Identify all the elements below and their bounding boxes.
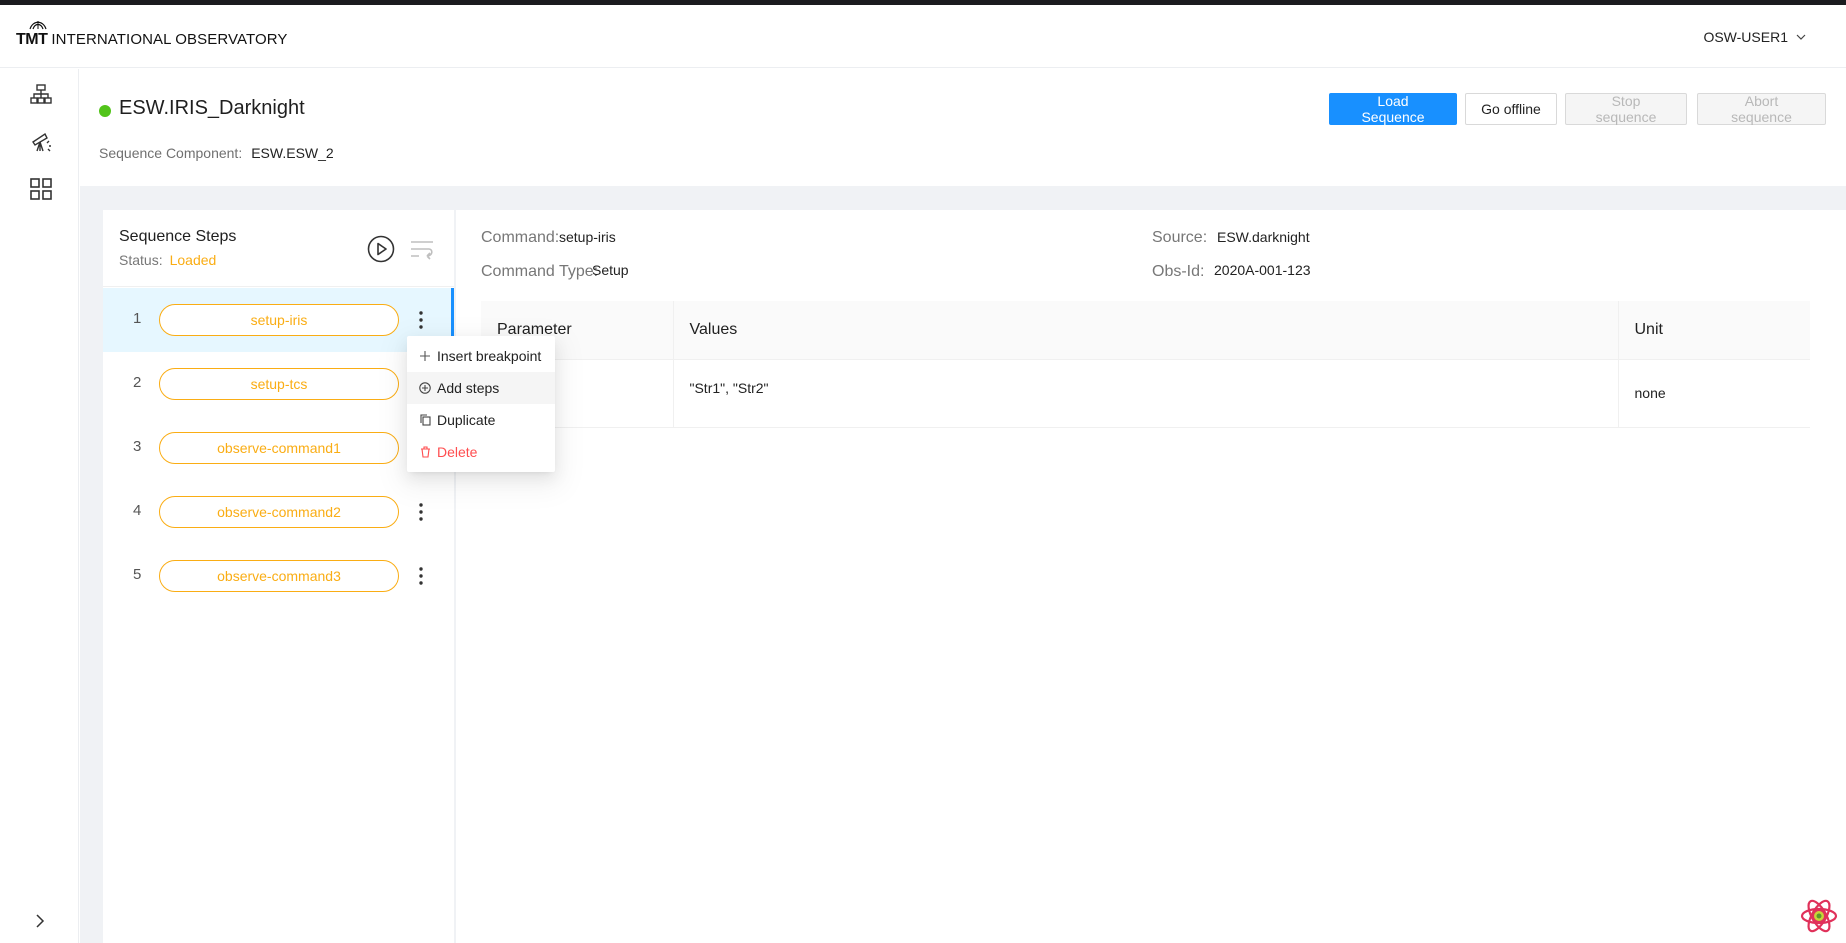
- step-number: 5: [133, 566, 142, 583]
- plus-icon: [419, 350, 431, 362]
- step-through-icon[interactable]: [409, 239, 435, 261]
- status-dot: [99, 105, 111, 117]
- command-value: setup-iris: [559, 229, 616, 245]
- menu-item-duplicate[interactable]: Duplicate: [407, 404, 555, 436]
- sequencer-title: ESW.IRIS_Darknight: [119, 97, 305, 119]
- source-value: ESW.darknight: [1217, 229, 1310, 245]
- more-vertical-icon[interactable]: [413, 306, 429, 334]
- step-row-2[interactable]: 2 setup-tcs: [103, 352, 454, 416]
- command-label: Command:: [481, 229, 560, 246]
- menu-item-delete[interactable]: Delete: [407, 436, 555, 468]
- stop-sequence-button[interactable]: Stop sequence: [1565, 93, 1687, 125]
- go-offline-button[interactable]: Go offline: [1465, 93, 1557, 125]
- sequence-steps-panel: Sequence Steps Status: Loaded 1 setup-ir…: [103, 210, 454, 943]
- step-name[interactable]: observe-command2: [159, 496, 399, 528]
- sequence-component-label: Sequence Component:: [99, 145, 243, 161]
- menu-item-label: Duplicate: [437, 412, 496, 428]
- step-row-5[interactable]: 5 observe-command3: [103, 544, 454, 608]
- hierarchy-icon[interactable]: [28, 81, 54, 107]
- abort-sequence-button[interactable]: Abort sequence: [1697, 93, 1826, 125]
- copy-icon: [419, 414, 431, 426]
- step-details-panel: Command: setup-iris Command Type: Setup …: [456, 210, 1846, 943]
- column-header-values: Values: [673, 301, 1619, 360]
- logo[interactable]: TMT INTERNATIONAL OBSERVATORY: [16, 21, 288, 49]
- cell-unit: none: [1618, 359, 1810, 428]
- step-number: 4: [133, 502, 142, 519]
- load-sequence-button[interactable]: Load Sequence: [1329, 93, 1457, 125]
- sidebar: [0, 69, 79, 943]
- step-number: 2: [133, 374, 142, 391]
- grid-icon[interactable]: [28, 176, 54, 202]
- step-context-menu: Insert breakpoint Add steps Duplicate De…: [407, 336, 555, 472]
- logo-mark: TMT: [16, 21, 48, 49]
- menu-item-add-steps[interactable]: Add steps: [407, 372, 555, 404]
- step-number: 3: [133, 438, 142, 455]
- main-content: ESW.IRIS_Darknight Sequence Component: E…: [80, 69, 1846, 943]
- obs-id-value: 2020A-001-123: [1214, 262, 1311, 278]
- logo-text: INTERNATIONAL OBSERVATORY: [51, 31, 288, 48]
- plus-circle-icon: [419, 382, 431, 394]
- step-row-4[interactable]: 4 observe-command2: [103, 480, 454, 544]
- user-menu[interactable]: OSW-USER1: [1703, 29, 1806, 45]
- play-icon[interactable]: [367, 235, 395, 263]
- more-vertical-icon[interactable]: [413, 562, 429, 590]
- sequence-component: Sequence Component: ESW.ESW_2: [99, 145, 334, 161]
- cell-values: "Str1", "Str2": [673, 359, 1619, 428]
- parameter-table: Parameter Values Unit "Str1", "Str2" non…: [481, 301, 1810, 428]
- steps-title: Sequence Steps: [119, 228, 237, 245]
- sequencer-header: ESW.IRIS_Darknight Sequence Component: E…: [80, 69, 1846, 186]
- chevron-right-icon[interactable]: [32, 913, 48, 929]
- obs-id-label: Obs-Id:: [1152, 263, 1205, 280]
- command-type-label: Command Type:: [481, 263, 599, 280]
- telescope-icon[interactable]: [28, 129, 54, 155]
- step-name[interactable]: setup-iris: [159, 304, 399, 336]
- step-name[interactable]: observe-command3: [159, 560, 399, 592]
- column-header-unit: Unit: [1618, 301, 1810, 360]
- step-row-3[interactable]: 3 observe-command1: [103, 416, 454, 480]
- app-header: TMT INTERNATIONAL OBSERVATORY OSW-USER1: [0, 5, 1846, 68]
- steps-status-value: Loaded: [169, 252, 217, 268]
- steps-header: Sequence Steps Status: Loaded: [103, 210, 454, 287]
- steps-status-label: Status:: [119, 252, 163, 268]
- menu-item-label: Add steps: [437, 380, 500, 396]
- react-logo-icon[interactable]: [1800, 897, 1838, 935]
- more-vertical-icon[interactable]: [413, 498, 429, 526]
- table-header-row: Parameter Values Unit: [481, 301, 1810, 360]
- step-name[interactable]: setup-tcs: [159, 368, 399, 400]
- source-label: Source:: [1152, 229, 1208, 246]
- command-type-value: Setup: [592, 262, 629, 278]
- menu-item-insert-breakpoint[interactable]: Insert breakpoint: [407, 340, 555, 372]
- observatory-logo-icon: [29, 21, 47, 30]
- step-number: 1: [133, 310, 142, 327]
- user-label: OSW-USER1: [1703, 29, 1788, 45]
- steps-status: Status: Loaded: [119, 252, 216, 268]
- table-row: "Str1", "Str2" none: [481, 359, 1810, 428]
- menu-item-label: Delete: [437, 444, 478, 460]
- trash-icon: [419, 446, 431, 458]
- chevron-down-icon: [1796, 34, 1806, 40]
- menu-item-label: Insert breakpoint: [437, 348, 542, 364]
- sequence-component-value: ESW.ESW_2: [251, 145, 334, 161]
- step-row-1[interactable]: 1 setup-iris: [103, 288, 454, 352]
- step-name[interactable]: observe-command1: [159, 432, 399, 464]
